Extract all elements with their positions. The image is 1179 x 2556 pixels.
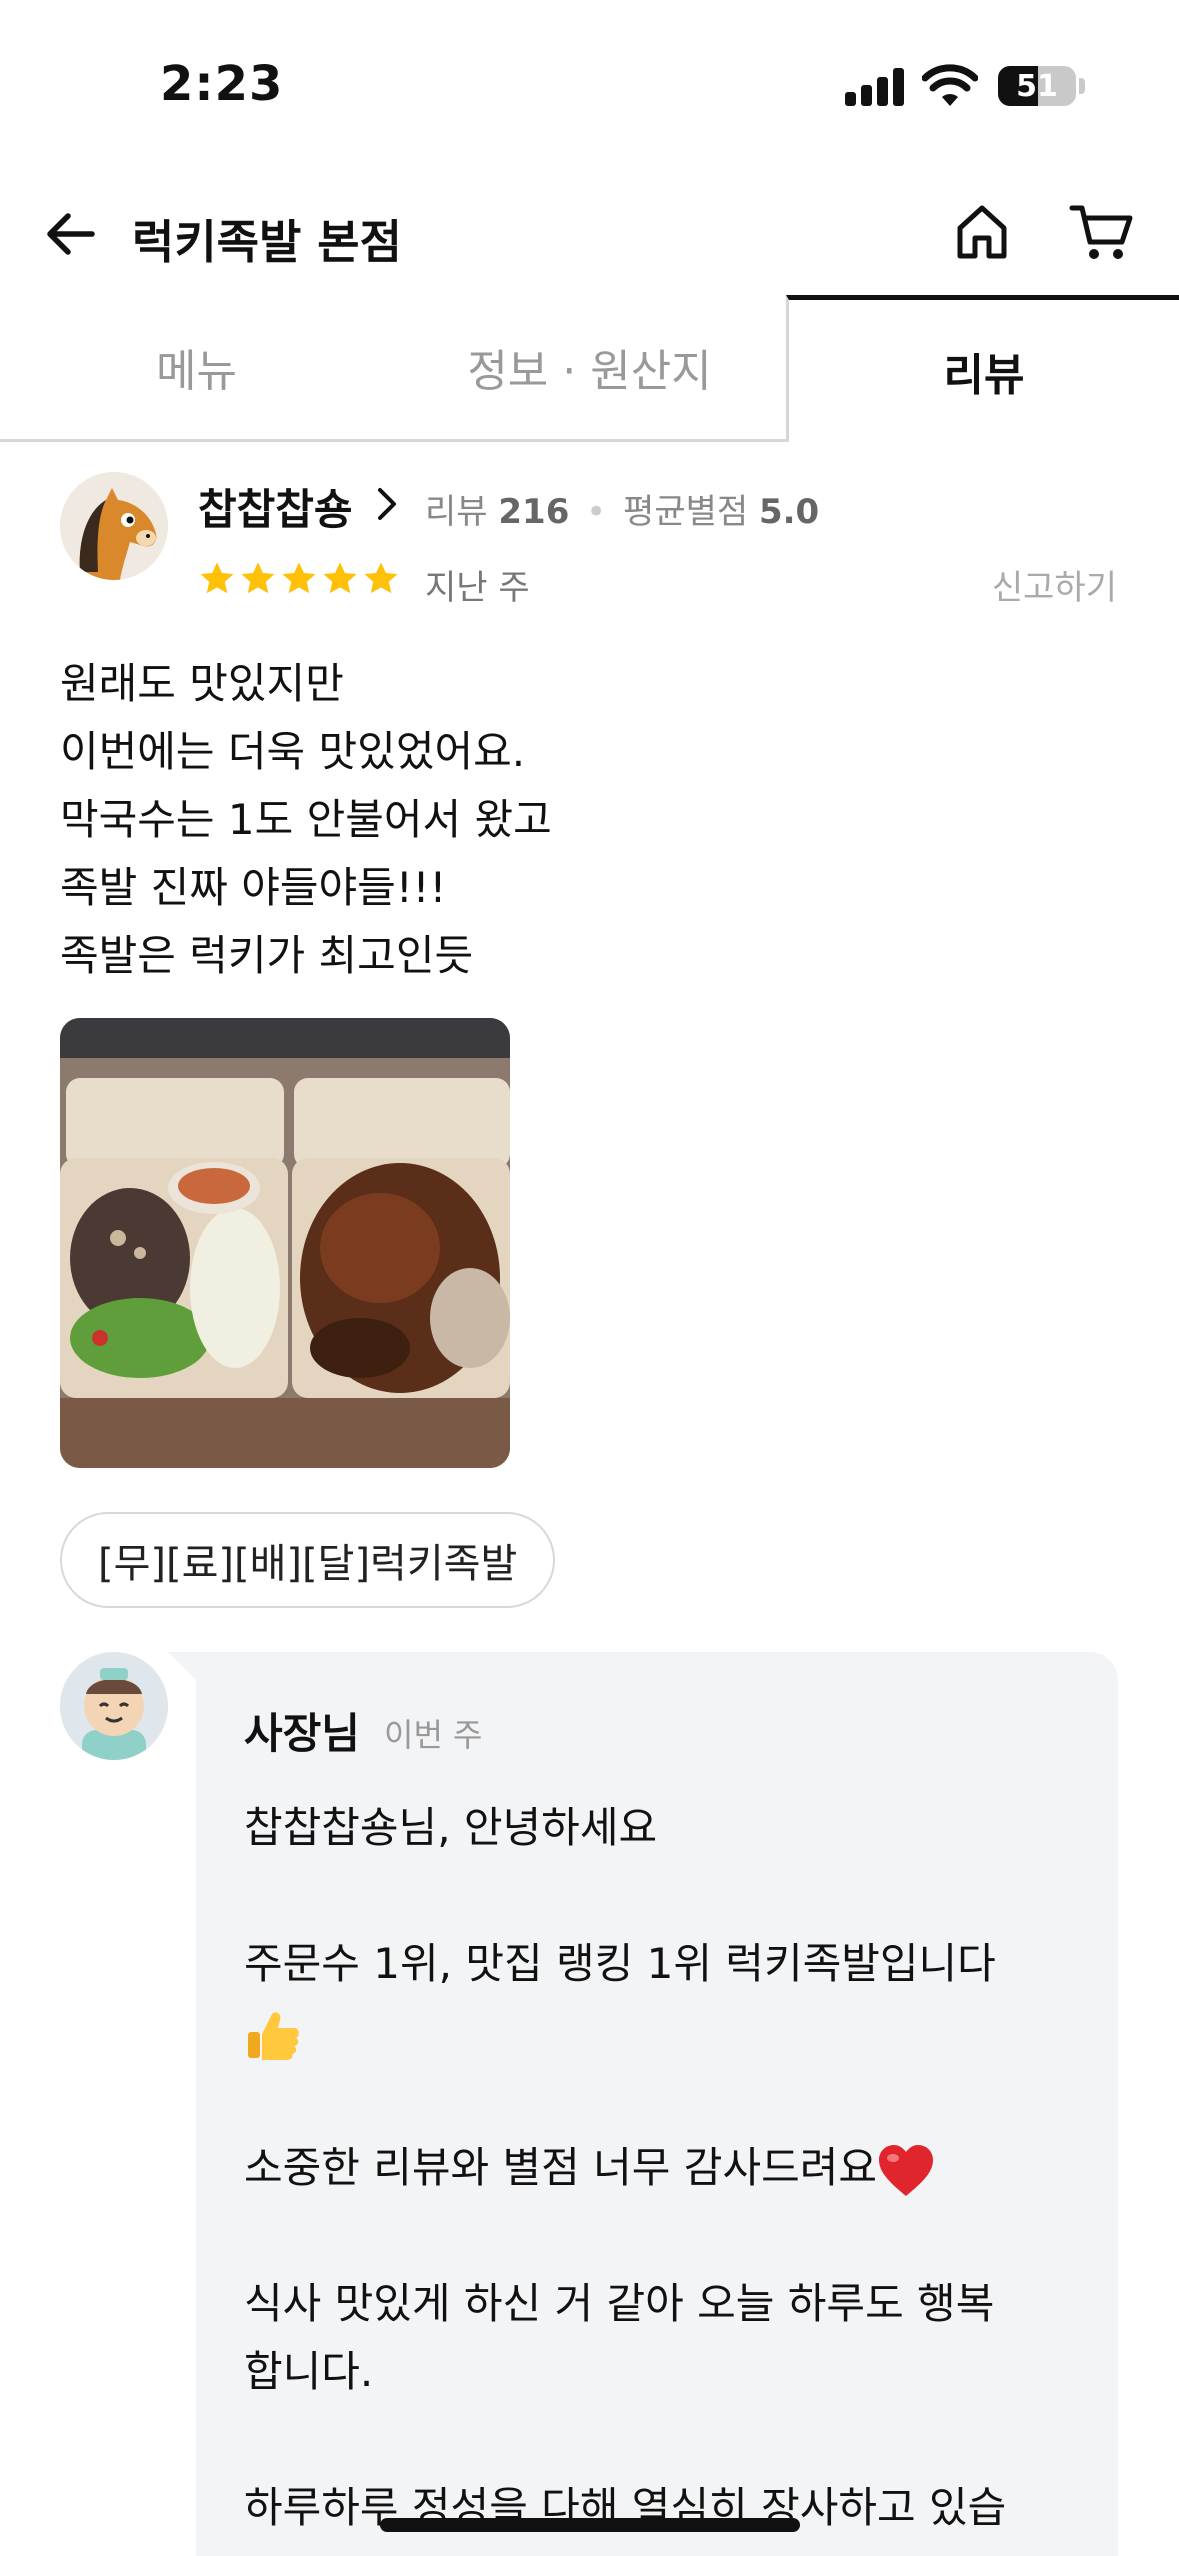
reviewer-stats: 리뷰 216 • 평균별점 5.0 — [425, 484, 819, 533]
avg-rating-label: 평균별점 — [623, 492, 749, 532]
tab-bar: 메뉴 정보 · 원산지 리뷰 — [0, 295, 1179, 442]
reply-line: 합니다. — [244, 2347, 374, 2396]
star-icon — [200, 562, 234, 594]
heart-line: 소중한 리뷰와 별점 너무 감사드려요 — [244, 2134, 1084, 2202]
thumbs-up-icon — [248, 2011, 299, 2060]
battery-level: 51 — [1016, 68, 1058, 104]
star-icon — [323, 562, 357, 594]
reviewer-avatar[interactable] — [60, 472, 168, 580]
food-photo-image — [60, 1018, 510, 1468]
cart-icon[interactable] — [1068, 200, 1136, 264]
top-app-bar: 럭키족발 본점 — [0, 180, 1179, 290]
reviewer-name[interactable]: 찹찹찹숑 — [198, 476, 353, 537]
status-time: 2:23 — [160, 56, 284, 112]
review-line: 족발은 럭키가 최고인듯 — [60, 931, 474, 980]
reply-line — [244, 2066, 1084, 2134]
review-count-label: 리뷰 — [425, 492, 488, 532]
reply-line: 찹찹찹숑님, 안녕하세요 — [244, 1803, 658, 1852]
reply-line — [244, 1862, 1084, 1930]
meta-separator: • — [586, 492, 607, 532]
red-heart-icon — [879, 2144, 934, 2196]
chevron-right-icon[interactable] — [372, 484, 402, 524]
battery-icon: 51 — [998, 66, 1076, 106]
reply-date: 이번 주 — [384, 1716, 483, 1754]
home-indicator[interactable] — [380, 2518, 800, 2532]
thumbs-up-line — [244, 1998, 1084, 2066]
owner-name: 사장님 — [244, 1709, 360, 1758]
owner-character-icon — [60, 1652, 168, 1760]
page-title: 럭키족발 본점 — [132, 215, 402, 269]
review-line: 원래도 맛있지만 — [60, 659, 344, 708]
ordered-menu-chip[interactable]: [무][료][배][달]럭키족발 — [60, 1512, 556, 1608]
review-body: 원래도 맛있지만 이번에는 더욱 맛있었어요. 막국수는 1도 안불어서 왔고 … — [60, 650, 1120, 990]
cellular-signal-icon — [845, 68, 905, 106]
review-line: 족발 진짜 야들야들!!! — [60, 863, 447, 912]
star-icon — [364, 562, 398, 594]
reply-line: 식사 맛있게 하신 거 같아 오늘 하루도 행복 — [244, 2279, 995, 2328]
status-bar: 2:23 51 — [0, 0, 1179, 170]
reply-bubble-tail — [168, 1652, 198, 1682]
review-photo[interactable] — [60, 1018, 510, 1468]
reply-line: 소중한 리뷰와 별점 너무 감사드려요 — [244, 2143, 878, 2192]
report-button[interactable]: 신고하기 — [992, 560, 1117, 609]
star-icon — [282, 562, 316, 594]
owner-reply-body: 찹찹찹숑님, 안녕하세요 주문수 1위, 맛집 랭킹 1위 럭키족발입니다 소중… — [244, 1794, 1084, 2542]
tab-info-origin[interactable]: 정보 · 원산지 — [393, 295, 786, 442]
battery-cap — [1079, 78, 1085, 94]
tab-menu[interactable]: 메뉴 — [0, 295, 393, 442]
tab-review[interactable]: 리뷰 — [786, 295, 1179, 442]
review-screen: 2:23 51 럭키족발 본점 메뉴 정보 · 원산지 리뷰 찹찹찹숑 리뷰 2… — [0, 0, 1179, 2556]
reply-line: 주문수 1위, 맛집 랭킹 1위 럭키족발입니다 — [244, 1939, 996, 1988]
reply-line — [244, 2406, 1084, 2474]
avg-rating: 5.0 — [758, 492, 820, 532]
owner-avatar — [60, 1652, 168, 1760]
star-rating — [198, 560, 400, 598]
arrow-left-icon[interactable] — [40, 202, 104, 266]
review-date: 지난 주 — [425, 568, 530, 608]
review-count: 216 — [498, 492, 570, 532]
wifi-icon — [922, 64, 978, 106]
review-line: 이번에는 더욱 맛있었어요. — [60, 727, 526, 776]
star-icon — [241, 562, 275, 594]
reply-line — [244, 2202, 1084, 2270]
horse-avatar-icon — [60, 472, 168, 580]
home-icon[interactable] — [950, 200, 1014, 264]
review-line: 막국수는 1도 안불어서 왔고 — [60, 795, 552, 844]
